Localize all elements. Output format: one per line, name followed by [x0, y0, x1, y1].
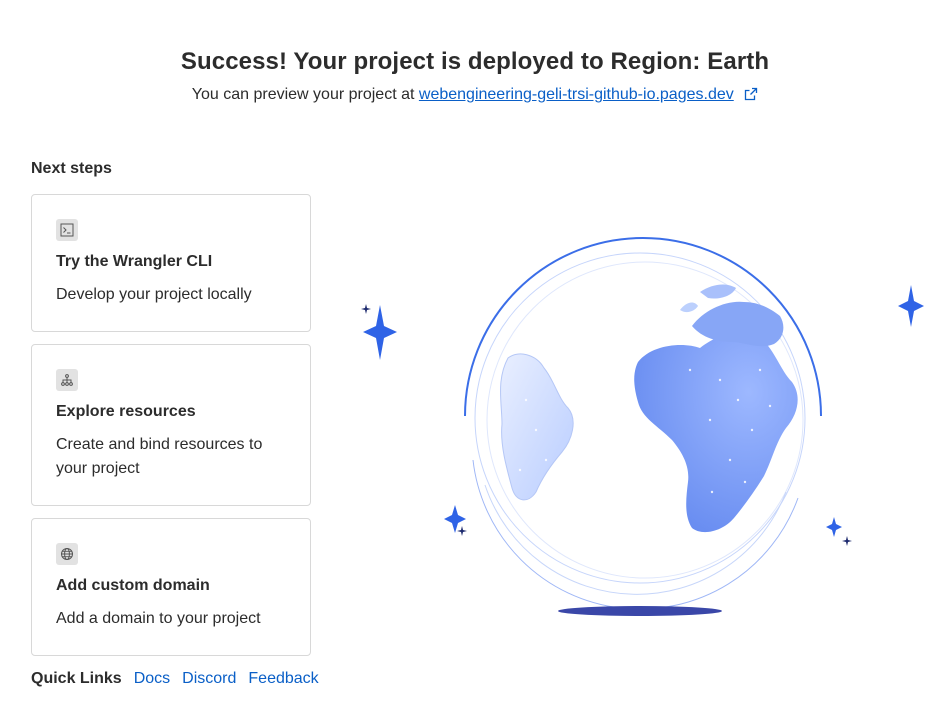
card-description: Add a domain to your project — [56, 610, 261, 627]
globe-icon — [361, 237, 924, 616]
card-custom-domain[interactable]: Add custom domain Add a domain to your p… — [31, 518, 311, 656]
card-title: Explore resources — [56, 403, 196, 420]
page: Success! Your project is deployed to Reg… — [0, 0, 950, 717]
docs-link[interactable]: Docs — [134, 670, 170, 688]
globe-icon — [56, 543, 78, 565]
header: Success! Your project is deployed to Reg… — [0, 48, 950, 106]
resources-icon — [56, 369, 78, 391]
external-link-icon[interactable] — [744, 87, 758, 106]
card-title: Add custom domain — [56, 577, 210, 594]
preview-line: You can preview your project at webengin… — [0, 86, 950, 106]
discord-link[interactable]: Discord — [182, 670, 236, 688]
earth-illustration — [340, 230, 950, 630]
quick-links-label: Quick Links — [31, 670, 122, 687]
preview-link[interactable]: webengineering-geli-trsi-github-io.pages… — [419, 86, 734, 103]
preview-prefix: You can preview your project at — [191, 86, 415, 103]
card-title: Try the Wrangler CLI — [56, 253, 213, 270]
page-title: Success! Your project is deployed to Reg… — [180, 48, 770, 75]
next-steps-title: Next steps — [31, 160, 112, 177]
quick-links: Quick Links Docs Discord Feedback — [31, 670, 319, 688]
card-description: Develop your project locally — [56, 286, 252, 303]
feedback-link[interactable]: Feedback — [248, 670, 318, 688]
card-explore-resources[interactable]: Explore resources Create and bind resour… — [31, 344, 311, 506]
card-wrangler-cli[interactable]: Try the Wrangler CLI Develop your projec… — [31, 194, 311, 332]
card-description: Create and bind resources to your projec… — [56, 436, 263, 477]
terminal-icon — [56, 219, 78, 241]
